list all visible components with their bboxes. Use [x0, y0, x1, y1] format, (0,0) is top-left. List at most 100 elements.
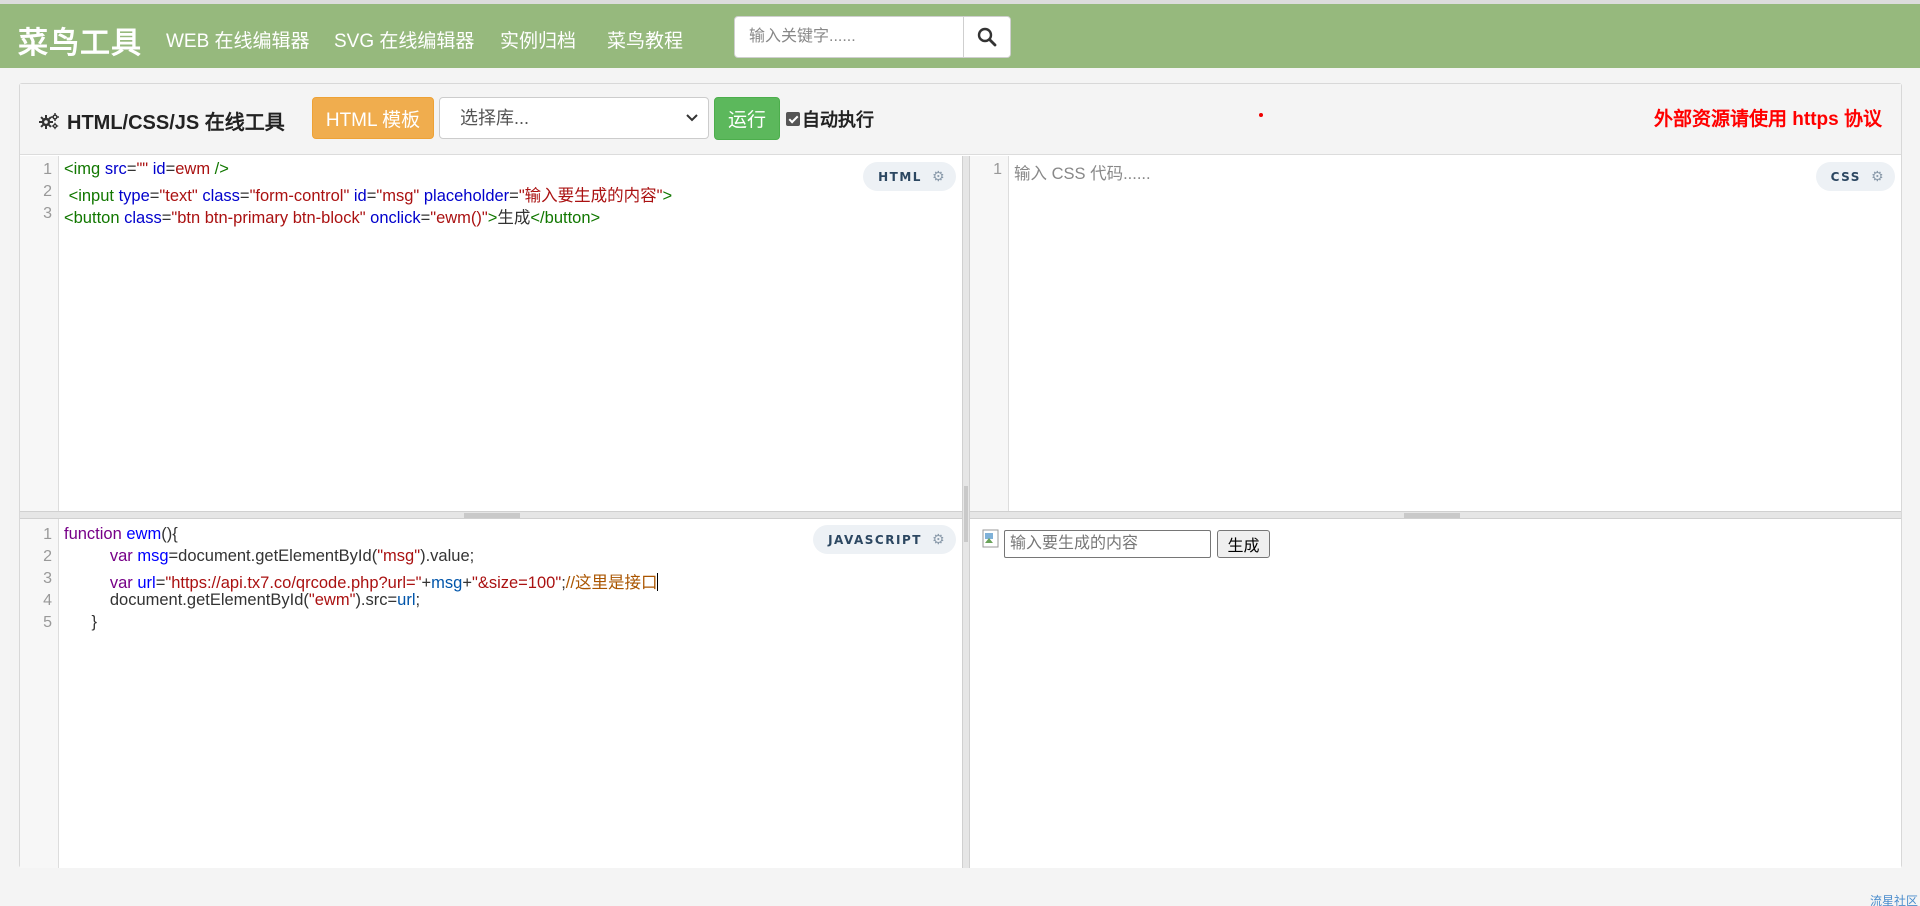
library-select[interactable]: 选择库... [439, 97, 709, 139]
splitter-grip[interactable] [964, 486, 968, 542]
editor-panel: HTML/CSS/JS 在线工具 HTML 模板 选择库... 运行 自动执行 … [19, 83, 1902, 868]
code-token: = [165, 160, 176, 178]
code-token: (){ [161, 525, 178, 543]
status-dot [1259, 113, 1263, 117]
nav-tutorial[interactable]: 菜鸟教程 [607, 26, 683, 53]
chevron-down-icon [686, 114, 698, 122]
code-token: type [118, 187, 150, 205]
code-token: ewm [175, 160, 211, 178]
code-token: onclick [370, 209, 421, 227]
code-token: "btn btn-primary btn-block" [171, 209, 366, 227]
line-number: 1 [43, 161, 52, 178]
code-token: = [149, 187, 160, 205]
html-gutter: 1 2 3 [20, 156, 59, 511]
html-js-splitter[interactable] [20, 511, 962, 519]
code-line: var url="https://api.tx7.co/qrcode.php?u… [64, 569, 659, 593]
code-token: <button [64, 209, 125, 227]
css-editor[interactable]: 1 输入 CSS 代码...... CSS ⚙ [970, 156, 1901, 511]
code-token: document.getElementById( [64, 591, 309, 609]
code-token: var [109, 547, 138, 565]
splitter-grip[interactable] [1404, 513, 1460, 518]
tool-title: HTML/CSS/JS 在线工具 [38, 106, 285, 135]
code-token: + [421, 574, 432, 592]
code-token: id [152, 160, 166, 178]
line-number: 2 [43, 183, 52, 200]
js-mode-badge[interactable]: JAVASCRIPT ⚙ [813, 525, 956, 554]
code-token: = [420, 209, 431, 227]
vertical-splitter[interactable] [962, 156, 970, 868]
code-token: id [353, 187, 367, 205]
code-token: "输入要生成的内容" [518, 187, 663, 205]
code-line: } [64, 613, 98, 632]
code-token: = [239, 187, 250, 205]
top-navbar: 菜鸟工具 WEB 在线编辑器 SVG 在线编辑器 实例归档 菜鸟教程 [0, 4, 1920, 68]
gears-icon [39, 112, 59, 129]
css-gutter: 1 [970, 156, 1009, 511]
line-number: 3 [43, 205, 52, 222]
brand-logo[interactable]: 菜鸟工具 [18, 18, 142, 62]
nav-svg-editor[interactable]: SVG 在线编辑器 [334, 26, 474, 53]
result-preview: 生成 [970, 519, 1901, 868]
code-token: <input [64, 187, 119, 205]
code-token: class [202, 187, 240, 205]
auto-run-checkbox[interactable] [786, 112, 800, 126]
code-token: = [509, 187, 519, 205]
html-template-button[interactable]: HTML 模板 [312, 97, 434, 139]
code-token: "msg" [377, 547, 421, 565]
nav-examples[interactable]: 实例归档 [500, 26, 576, 53]
code-token: "text" [159, 187, 198, 205]
nav-web-editor[interactable]: WEB 在线编辑器 [166, 26, 310, 53]
line-number: 1 [43, 526, 52, 543]
search-input[interactable] [735, 17, 963, 57]
css-result-splitter[interactable] [970, 511, 1901, 519]
library-select-value: 选择库... [460, 108, 530, 128]
code-token: = [161, 209, 172, 227]
search-button[interactable] [963, 17, 1010, 57]
js-editor[interactable]: 1 2 3 4 5 function ewm(){ var msg=docume… [20, 519, 962, 868]
code-token: msg [431, 574, 463, 592]
code-token: =document.getElementById( [168, 547, 378, 565]
code-token: /> [210, 160, 229, 178]
code-token: = [126, 160, 137, 178]
code-token: ).src= [355, 591, 398, 609]
gear-icon[interactable]: ⚙ [932, 532, 946, 548]
code-token: src [104, 160, 127, 178]
code-token: "https://api.tx7.co/qrcode.php?url=" [165, 574, 422, 592]
tool-title-text: HTML/CSS/JS 在线工具 [67, 112, 285, 134]
line-number: 5 [43, 614, 52, 631]
code-line: document.getElementById("ewm").src=url; [64, 591, 420, 610]
code-token: var [109, 574, 138, 592]
code-token: <img [64, 160, 105, 178]
result-generate-button[interactable]: 生成 [1217, 530, 1270, 558]
code-line: <button class="btn btn-primary btn-block… [64, 204, 600, 228]
code-token: "&size=100" [471, 574, 562, 592]
code-token: > [487, 209, 498, 227]
code-token: + [462, 574, 472, 592]
auto-run-toggle[interactable]: 自动执行 [786, 106, 874, 132]
code-token: ).value; [420, 547, 475, 565]
code-token: class [124, 209, 162, 227]
footer-community-link[interactable]: 流星社区 [1870, 892, 1918, 906]
css-badge-label: CSS [1830, 169, 1861, 184]
run-button[interactable]: 运行 [714, 97, 780, 140]
result-message-input[interactable] [1004, 530, 1211, 558]
css-mode-badge[interactable]: CSS ⚙ [1815, 162, 1895, 191]
html-mode-badge[interactable]: HTML ⚙ [863, 162, 956, 191]
code-token: ; [415, 591, 421, 609]
code-token: url [397, 591, 416, 609]
search-box [734, 16, 1011, 58]
search-icon [977, 27, 997, 47]
css-placeholder: 输入 CSS 代码...... [1014, 165, 1151, 183]
gear-icon[interactable]: ⚙ [1871, 169, 1885, 185]
auto-run-label: 自动执行 [802, 110, 874, 130]
splitter-grip[interactable] [464, 513, 520, 518]
line-number: 3 [43, 570, 52, 587]
line-number: 4 [43, 592, 52, 609]
code-token: 生成 [497, 209, 531, 227]
html-editor[interactable]: 1 2 3 <img src="" id=ewm /> <input type=… [20, 156, 962, 511]
code-token: //这里是接口 [565, 574, 658, 592]
code-token: msg [137, 547, 169, 565]
gear-icon[interactable]: ⚙ [932, 169, 946, 185]
code-token: "ewm()" [430, 209, 488, 227]
